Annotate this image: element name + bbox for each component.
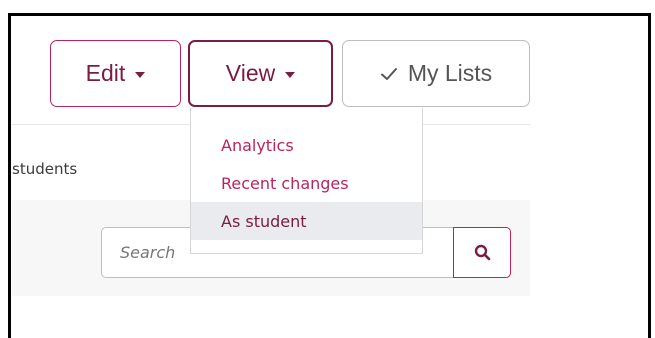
my-lists-button-label: My Lists: [407, 60, 493, 86]
students-label: students: [12, 160, 78, 178]
check-icon: [380, 67, 397, 80]
view-button-label: View: [225, 60, 276, 86]
menu-item-analytics[interactable]: Analytics: [191, 126, 422, 164]
edit-button[interactable]: Edit: [50, 40, 181, 107]
search-icon: [474, 244, 490, 261]
view-button[interactable]: View: [188, 40, 333, 107]
edit-button-label: Edit: [85, 60, 126, 86]
view-dropdown-menu: Analytics Recent changes As student: [190, 108, 423, 254]
search-button[interactable]: [453, 227, 511, 278]
my-lists-button[interactable]: My Lists: [342, 40, 530, 107]
menu-item-recent-changes[interactable]: Recent changes: [191, 164, 422, 202]
caret-down-icon: [285, 71, 296, 78]
caret-down-icon: [135, 71, 146, 78]
menu-item-as-student[interactable]: As student: [191, 202, 422, 240]
